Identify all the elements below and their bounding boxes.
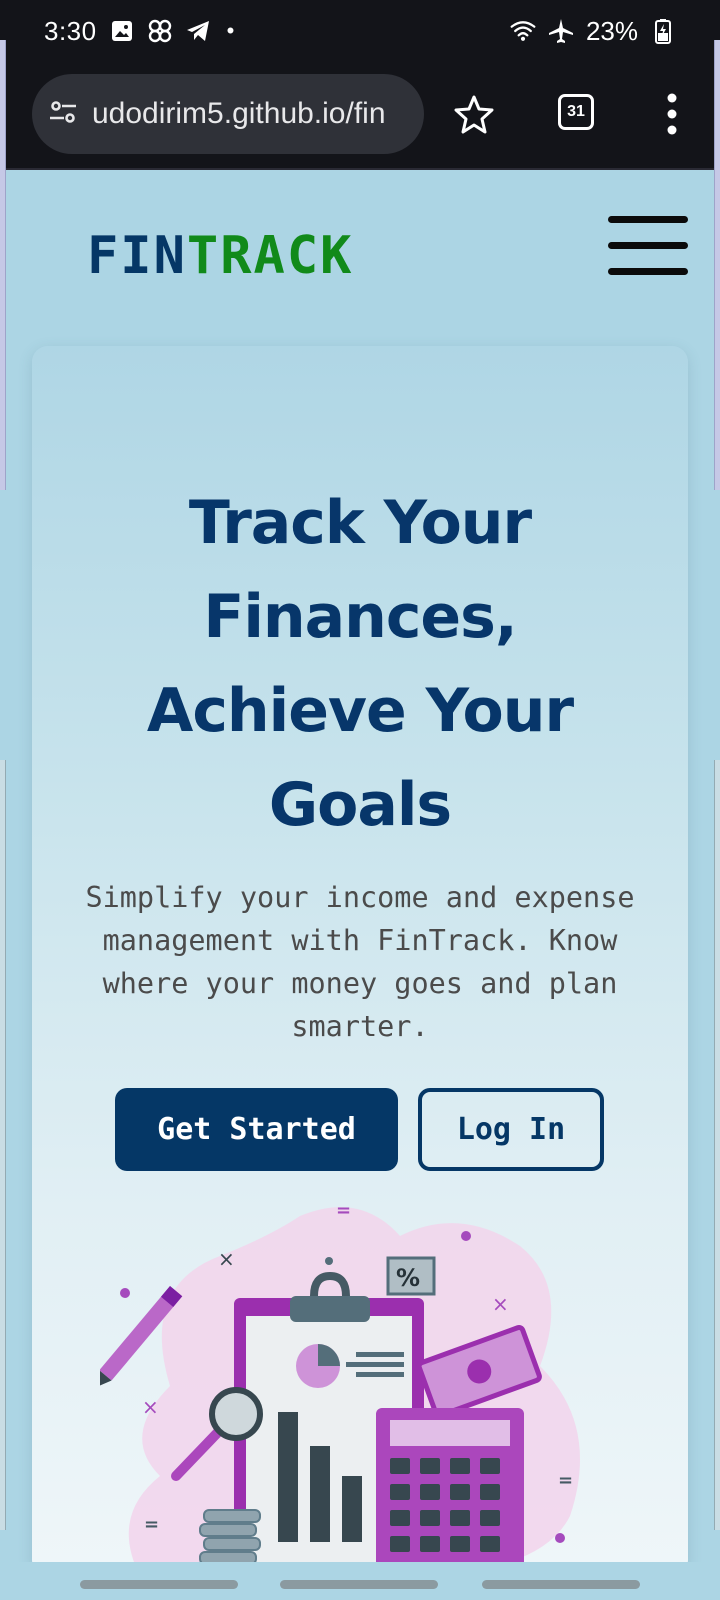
svg-text:×: × bbox=[492, 1292, 509, 1316]
telegram-icon bbox=[185, 18, 211, 44]
svg-text:=: = bbox=[558, 1470, 573, 1491]
tabs-icon[interactable]: 31 bbox=[558, 94, 594, 130]
logo-fin: FIN bbox=[87, 226, 187, 286]
finance-clipboard-illustration: = × × × = = % bbox=[100, 1200, 580, 1576]
image-icon bbox=[109, 18, 135, 44]
hamburger-icon[interactable] bbox=[608, 216, 688, 278]
page-edge-right-lower bbox=[714, 760, 720, 1530]
site-settings-icon[interactable] bbox=[48, 97, 78, 131]
page-edge-left-lower bbox=[0, 760, 6, 1530]
pinwheel-icon bbox=[147, 18, 173, 44]
status-bar: 3:30 • 23% bbox=[0, 0, 720, 62]
battery-percent: 23% bbox=[585, 15, 638, 46]
browser-toolbar: udodirim5.github.io/fin 31 bbox=[0, 62, 720, 170]
svg-text:=: = bbox=[144, 1514, 159, 1535]
nav-pill-left[interactable] bbox=[80, 1580, 238, 1589]
svg-text:=: = bbox=[336, 1200, 351, 1221]
airplane-icon bbox=[548, 18, 574, 44]
svg-text:×: × bbox=[218, 1247, 235, 1271]
site-logo[interactable]: FINTRACK bbox=[87, 226, 353, 286]
status-time: 3:30 bbox=[44, 15, 97, 46]
battery-icon bbox=[650, 18, 676, 44]
gesture-nav-bar bbox=[0, 1562, 720, 1600]
status-right: 23% bbox=[510, 16, 676, 47]
hero-card: Track Your Finances, Achieve Your Goals … bbox=[32, 346, 688, 1576]
url-text[interactable]: udodirim5.github.io/fin bbox=[92, 97, 386, 131]
nav-pill-center[interactable] bbox=[280, 1580, 438, 1589]
hero-subtitle: Simplify your income and expense managem… bbox=[85, 881, 635, 1043]
svg-text:%: % bbox=[396, 1264, 420, 1292]
wifi-icon bbox=[510, 18, 536, 44]
page-edge-left bbox=[0, 40, 6, 490]
log-in-button[interactable]: Log In bbox=[418, 1088, 604, 1171]
notification-dot: • bbox=[226, 18, 235, 43]
address-bar[interactable]: udodirim5.github.io/fin bbox=[32, 74, 424, 154]
star-icon[interactable] bbox=[452, 92, 496, 136]
nav-pill-right[interactable] bbox=[482, 1580, 640, 1589]
hero-title: Track Your Finances, Achieve Your Goals bbox=[146, 488, 574, 840]
svg-text:×: × bbox=[142, 1395, 159, 1419]
logo-track: TRACK bbox=[186, 226, 354, 286]
more-menu-icon[interactable] bbox=[660, 90, 684, 138]
status-left: 3:30 • bbox=[44, 16, 234, 47]
page-edge-right bbox=[714, 40, 720, 490]
get-started-button[interactable]: Get Started bbox=[115, 1088, 398, 1171]
